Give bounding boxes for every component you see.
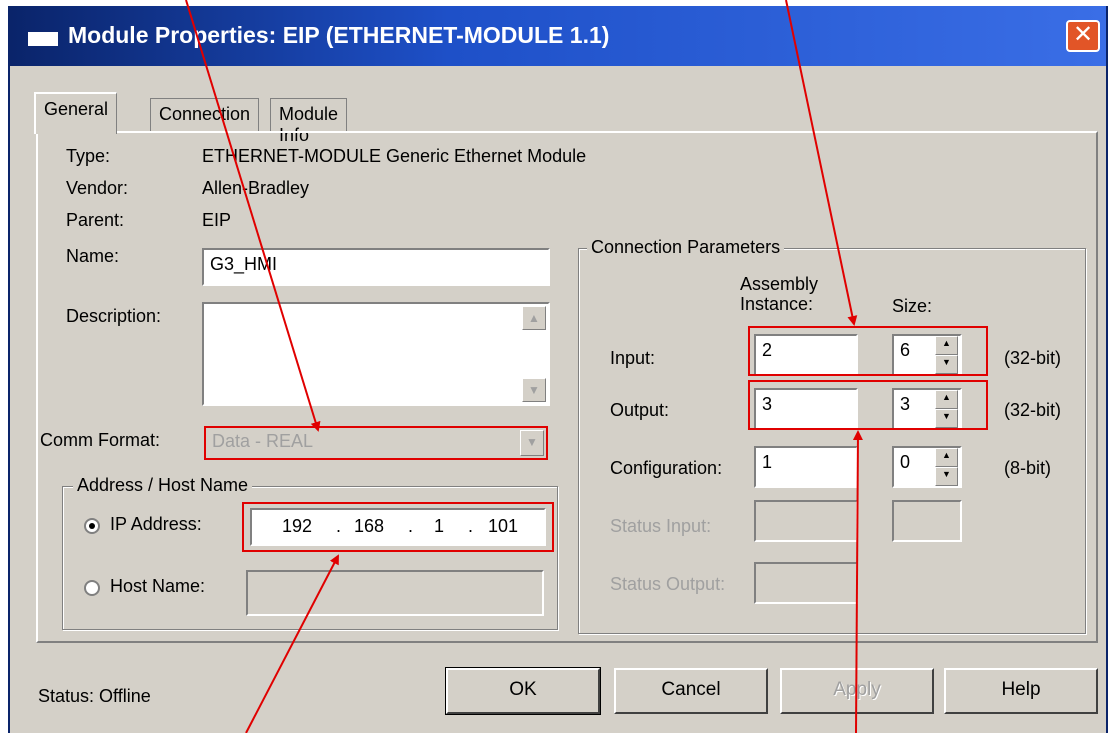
arrow-from-ip-address (245, 554, 339, 733)
annotation-arrows (185, 0, 863, 733)
tab-general[interactable]: General (34, 92, 118, 134)
arrow-to-comm-format (185, 0, 321, 432)
arrow-from-output-size (852, 430, 863, 733)
arrow-to-assembly-input (785, 0, 858, 326)
